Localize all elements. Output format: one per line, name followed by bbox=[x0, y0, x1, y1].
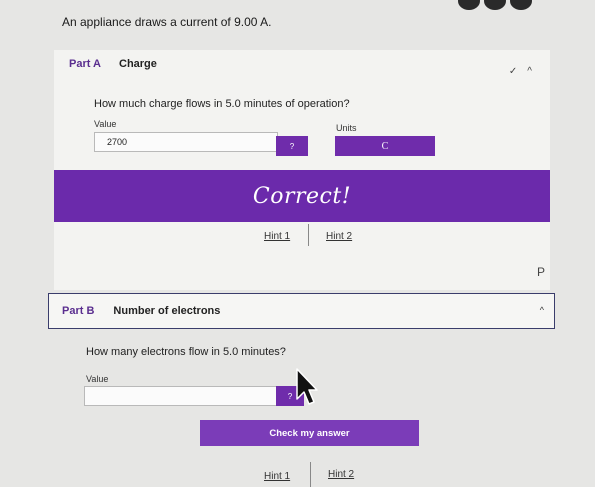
value-label: Value bbox=[94, 119, 117, 129]
part-b-title: Number of electrons bbox=[113, 305, 221, 317]
check-answer-button[interactable]: Check my answer bbox=[200, 420, 419, 446]
chevron-up-icon[interactable]: ^ bbox=[527, 66, 532, 77]
value-label: Value bbox=[86, 374, 109, 384]
window-control-icons bbox=[458, 0, 532, 10]
control-icon[interactable] bbox=[458, 0, 480, 10]
correct-feedback-banner: Correct! bbox=[54, 170, 550, 222]
part-a-label: Part A bbox=[69, 58, 101, 70]
control-icon[interactable] bbox=[484, 0, 506, 10]
hint-1-link[interactable]: Hint 1 bbox=[264, 471, 290, 482]
hint-divider bbox=[310, 462, 311, 487]
control-icon[interactable] bbox=[510, 0, 532, 10]
part-a-header[interactable]: Part A Charge bbox=[54, 50, 550, 78]
hint-2-link[interactable]: Hint 2 bbox=[328, 469, 354, 480]
units-label: Units bbox=[336, 123, 357, 133]
side-glyph: P bbox=[537, 265, 546, 279]
check-icon: ✓ bbox=[508, 66, 518, 77]
part-a-panel: Part A Charge ✓ ^ How much charge flows … bbox=[54, 50, 550, 290]
part-b-question: How many electrons flow in 5.0 minutes? bbox=[86, 346, 286, 358]
hint-2-link[interactable]: Hint 2 bbox=[326, 231, 352, 242]
problem-statement: An appliance draws a current of 9.00 A. bbox=[62, 15, 272, 29]
value-input[interactable]: 2700 bbox=[94, 132, 278, 152]
part-b-header[interactable]: Part B Number of electrons ^ bbox=[48, 293, 555, 329]
chevron-up-icon[interactable]: ^ bbox=[540, 305, 544, 315]
part-a-title: Charge bbox=[119, 58, 157, 70]
mouse-cursor-icon bbox=[296, 368, 318, 405]
part-a-question: How much charge flows in 5.0 minutes of … bbox=[94, 98, 350, 110]
units-button[interactable]: C bbox=[335, 136, 435, 156]
help-button[interactable]: ? bbox=[276, 136, 308, 156]
value-input[interactable] bbox=[84, 386, 278, 406]
hint-divider bbox=[308, 224, 309, 246]
hint-1-link[interactable]: Hint 1 bbox=[264, 231, 290, 242]
part-b-label: Part B bbox=[62, 305, 95, 317]
